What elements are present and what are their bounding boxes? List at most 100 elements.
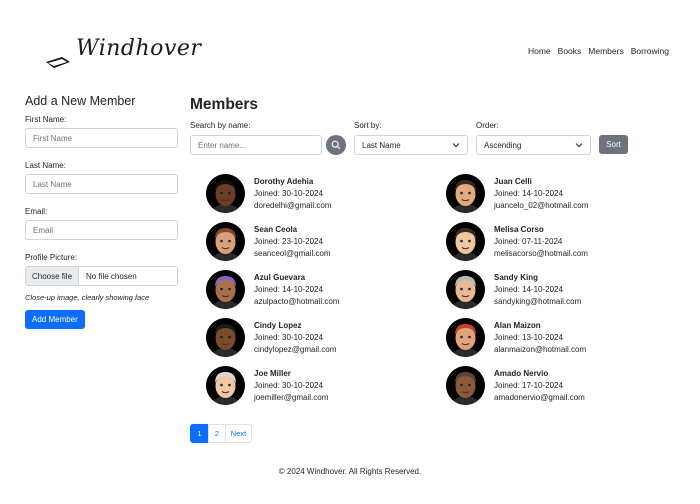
nav-borrowing[interactable]: Borrowing [631, 46, 669, 56]
main-nav: Home Books Members Borrowing [528, 46, 669, 56]
member-joined-date: Joined: 14-10-2024 [254, 284, 323, 294]
member-name: Amado Nervio [494, 368, 549, 378]
member-avatar [446, 174, 485, 213]
member-joined-date: Joined: 17-10-2024 [494, 380, 563, 390]
member-avatar [206, 270, 245, 309]
sort-button[interactable]: Sort [599, 135, 628, 154]
member-card: Sean Ceola Joined: 23-10-2024 seanceol@gma… [206, 222, 446, 261]
page-title: Members [190, 96, 259, 113]
member-card: Cindy Lopez Joined: 30-10-2024 cindylopez@… [206, 318, 446, 357]
member-card: Juan Celli Joined: 14-10-2024 juancelo_02@… [446, 174, 596, 213]
search-icon [331, 140, 341, 150]
member-info: Cindy Lopez Joined: 30-10-2024 cindylopez@… [254, 320, 336, 356]
member-info: Sandy King Joined: 14-10-2024 sandyking@ho… [494, 272, 581, 308]
member-info: Melisa Corso Joined: 07-11-2024 melisacors… [494, 224, 588, 260]
member-info: Joe Miller Joined: 30-10-2024 joemiller@gm… [254, 368, 328, 404]
member-email: azulpacto@hotmail.com [254, 296, 340, 306]
order-select[interactable]: Ascending [476, 135, 591, 155]
add-member-form: Add a New Member First Name: First Name … [25, 94, 178, 329]
member-card: Dorothy Adehia Joined: 30-10-2024 doredelh… [206, 174, 446, 213]
member-name: Sean Ceola [254, 224, 298, 234]
page-2-button[interactable]: 2 [208, 424, 226, 443]
footer-copyright: © 2024 Windhover. All Rights Reserved. [278, 467, 422, 476]
member-card: Melisa Corso Joined: 07-11-2024 melisacors… [446, 222, 596, 261]
nav-books[interactable]: Books [558, 46, 582, 56]
member-name: Azul Guevara [254, 272, 306, 282]
nav-home[interactable]: Home [528, 46, 551, 56]
member-avatar [446, 270, 485, 309]
member-card: Azul Guevara Joined: 14-10-2024 azulpacto@… [206, 270, 446, 309]
sort-by-value: Last Name [362, 140, 401, 150]
member-avatar [446, 318, 485, 357]
member-email: amadonervio@gmail.com [494, 392, 585, 402]
profile-picture-label: Profile Picture: [25, 253, 78, 262]
member-email: joemiller@gmail.com [254, 392, 329, 402]
first-name-input[interactable]: First Name [25, 128, 178, 148]
member-avatar [446, 366, 485, 405]
member-email: cindylopez@gmail.com [254, 344, 337, 354]
member-list: Dorothy Adehia Joined: 30-10-2024 doredelh… [206, 174, 596, 405]
member-name: Alan Maizon [494, 320, 541, 330]
member-email: juancelo_02@hotmail.com [494, 200, 589, 210]
member-joined-date: Joined: 13-10-2024 [494, 332, 563, 342]
member-info: Sean Ceola Joined: 23-10-2024 seanceol@gma… [254, 224, 331, 260]
sort-by-select[interactable]: Last Name [354, 135, 468, 155]
member-name: Dorothy Adehia [254, 176, 314, 186]
member-card: Amado Nervio Joined: 17-10-2024 amadonervi… [446, 366, 596, 405]
member-name: Sandy King [494, 272, 539, 282]
sort-by-label: Sort by: [354, 121, 382, 130]
member-card: Alan Maizon Joined: 13-10-2024 alanmaizon@… [446, 318, 596, 357]
member-info: Amado Nervio Joined: 17-10-2024 amadonervi… [494, 368, 585, 404]
member-info: Alan Maizon Joined: 13-10-2024 alanmaizon@… [494, 320, 586, 356]
member-email: sandyking@hotmail.com [494, 296, 582, 306]
chevron-down-icon [575, 143, 583, 148]
member-email: alanmaizon@hotmail.com [494, 344, 587, 354]
logo-text: Windhover [76, 36, 202, 61]
add-member-button[interactable]: Add Member [25, 310, 85, 329]
last-name-label: Last Name: [25, 161, 66, 170]
member-avatar [446, 222, 485, 261]
member-joined-date: Joined: 30-10-2024 [254, 332, 323, 342]
member-email: seanceol@gmail.com [254, 248, 331, 258]
member-name: Cindy Lopez [254, 320, 302, 330]
email-input[interactable]: Email [25, 220, 178, 240]
logo[interactable]: Windhover [28, 28, 201, 74]
member-card: Sandy King Joined: 14-10-2024 sandyking@ho… [446, 270, 596, 309]
profile-picture-input[interactable]: Choose file No file chosen [25, 266, 178, 286]
pagination: 1 2 Next [190, 424, 252, 443]
email-label: Email: [25, 207, 48, 216]
member-joined-date: Joined: 30-10-2024 [254, 188, 323, 198]
member-info: Juan Celli Joined: 14-10-2024 juancelo_02@… [494, 176, 588, 212]
member-card: Joe Miller Joined: 30-10-2024 joemiller@gm… [206, 366, 446, 405]
member-info: Dorothy Adehia Joined: 30-10-2024 doredelh… [254, 176, 332, 212]
member-info: Azul Guevara Joined: 14-10-2024 azulpacto@… [254, 272, 340, 308]
next-page-button[interactable]: Next [225, 424, 252, 443]
member-email: doredelhi@gmail.com [254, 200, 332, 210]
chevron-down-icon [452, 143, 460, 148]
choose-file-button[interactable]: Choose file [26, 267, 80, 285]
member-joined-date: Joined: 14-10-2024 [494, 284, 563, 294]
last-name-input[interactable]: Last Name [25, 174, 178, 194]
form-title: Add a New Member [25, 94, 136, 108]
order-value: Ascending [484, 140, 522, 150]
member-name: Melisa Corso [494, 224, 544, 234]
member-joined-date: Joined: 23-10-2024 [254, 236, 323, 246]
file-status: No file chosen [86, 271, 137, 281]
moon-book-icon [38, 31, 70, 68]
page-1-button[interactable]: 1 [190, 424, 209, 443]
member-avatar [206, 174, 245, 213]
search-button[interactable] [326, 135, 346, 155]
member-joined-date: Joined: 14-10-2024 [494, 188, 563, 198]
member-avatar [206, 222, 245, 261]
member-avatar [206, 366, 245, 405]
search-label: Search by name: [190, 121, 251, 130]
member-email: melisacorso@hotmail.com [494, 248, 588, 258]
member-name: Juan Celli [494, 176, 532, 186]
member-joined-date: Joined: 30-10-2024 [254, 380, 323, 390]
search-input[interactable]: Enter name... [190, 135, 322, 155]
first-name-label: First Name: [25, 115, 67, 124]
picture-hint: Close-up image, clearly showing face [25, 293, 150, 302]
nav-members[interactable]: Members [588, 46, 623, 56]
member-avatar [206, 318, 245, 357]
member-name: Joe Miller [254, 368, 291, 378]
